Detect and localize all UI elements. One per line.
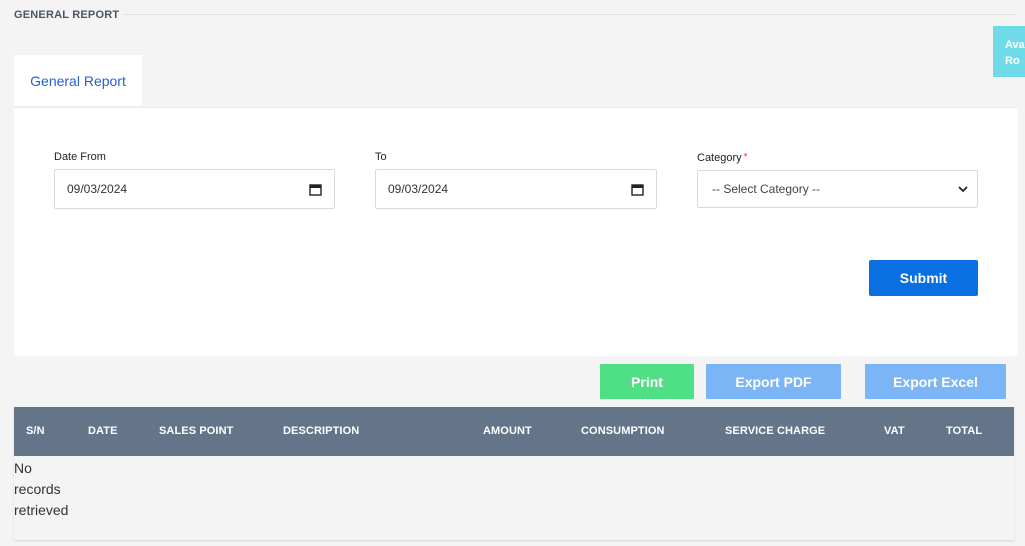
column-header-sales-point[interactable]: SALES POINT (159, 425, 233, 437)
section-divider (122, 14, 1017, 15)
category-selected: -- Select Category -- (712, 182, 821, 196)
column-header-total[interactable]: TOTAL (946, 425, 982, 437)
empty-message: No records retrieved (14, 460, 69, 518)
calendar-icon[interactable] (309, 183, 322, 196)
column-header-description[interactable]: DESCRIPTION (283, 425, 359, 437)
report-table: S/N DATE SALES POINT DESCRIPTION AMOUNT … (14, 407, 1014, 540)
section-title: GENERAL REPORT (14, 9, 120, 21)
column-header-vat[interactable]: VAT (884, 425, 905, 437)
filter-card: Date From 09/03/2024 To 09/03/2024 Categ… (14, 107, 1018, 356)
export-pdf-button[interactable]: Export PDF (706, 364, 841, 399)
chevron-down-icon (957, 183, 969, 195)
column-header-service-charge[interactable]: SERVICE CHARGE (725, 425, 825, 437)
side-tab[interactable]: Ava Ro (993, 26, 1025, 77)
category-select[interactable]: -- Select Category -- (697, 170, 978, 208)
column-header-consumption[interactable]: CONSUMPTION (581, 425, 665, 437)
print-button[interactable]: Print (600, 364, 694, 399)
export-excel-button[interactable]: Export Excel (865, 364, 1006, 399)
calendar-icon[interactable] (631, 183, 644, 196)
date-from-label: Date From (54, 151, 106, 163)
column-header-amount[interactable]: AMOUNT (483, 425, 532, 437)
report-page: GENERAL REPORT Ava Ro General Report Dat… (0, 0, 1025, 546)
date-to-input[interactable]: 09/03/2024 (375, 169, 657, 209)
date-from-value: 09/03/2024 (67, 182, 128, 196)
column-header-date[interactable]: DATE (88, 425, 118, 437)
category-label: Category * (697, 152, 748, 164)
table-header: S/N DATE SALES POINT DESCRIPTION AMOUNT … (14, 407, 1014, 456)
date-to-value: 09/03/2024 (388, 182, 449, 196)
column-header-sn[interactable]: S/N (26, 425, 45, 437)
required-mark: * (743, 152, 748, 163)
date-to-label: To (375, 151, 387, 163)
tab-general-report[interactable]: General Report (14, 55, 142, 107)
submit-button[interactable]: Submit (869, 260, 978, 296)
category-label-text: Category (697, 152, 742, 164)
date-from-input[interactable]: 09/03/2024 (54, 169, 335, 209)
